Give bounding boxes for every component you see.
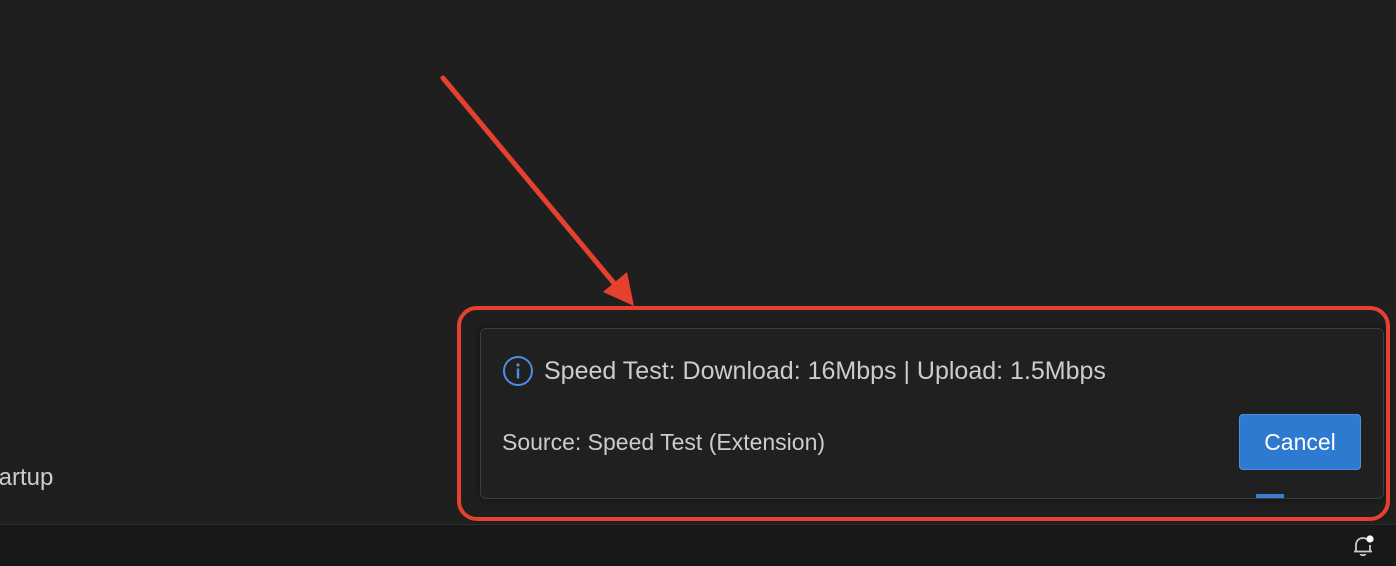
- notification-toast: Speed Test: Download: 16Mbps | Upload: 1…: [480, 328, 1384, 499]
- startup-text[interactable]: tartup: [0, 464, 53, 492]
- bell-dot-icon[interactable]: [1350, 533, 1376, 559]
- status-bar: [0, 524, 1396, 566]
- info-icon: [502, 355, 534, 387]
- progress-indicator: [1256, 494, 1284, 498]
- cancel-button[interactable]: Cancel: [1239, 414, 1361, 470]
- notification-header: Speed Test: Download: 16Mbps | Upload: 1…: [502, 355, 1106, 387]
- notification-source: Source: Speed Test (Extension): [502, 429, 826, 455]
- notification-message: Speed Test: Download: 16Mbps | Upload: 1…: [544, 356, 1106, 385]
